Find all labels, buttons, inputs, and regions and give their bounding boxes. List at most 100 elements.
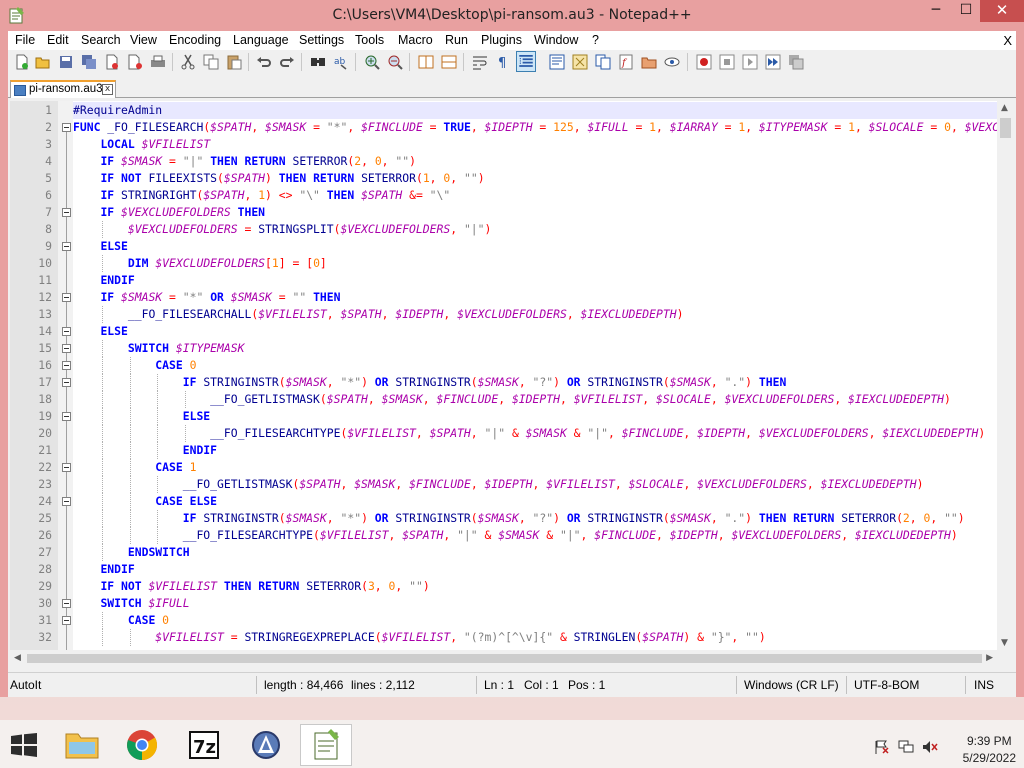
menu-settings[interactable]: Settings	[299, 33, 344, 47]
fold-toggle-icon[interactable]	[62, 293, 71, 302]
menu-tools[interactable]: Tools	[355, 33, 384, 47]
menu-file[interactable]: File	[15, 33, 35, 47]
sync-horizontal-icon[interactable]	[441, 54, 457, 70]
code-area[interactable]: #RequireAdmin FUNC _FO_FILESEARCH($SPATH,…	[73, 101, 1014, 650]
code-line[interactable]: ELSE	[73, 323, 1014, 340]
fold-toggle-icon[interactable]	[62, 412, 71, 421]
replace-icon[interactable]: ab	[333, 54, 349, 70]
word-wrap-icon[interactable]	[472, 54, 488, 70]
code-line[interactable]: #RequireAdmin	[73, 102, 1014, 119]
code-line[interactable]: IF NOT $VFILELIST THEN RETURN SETERROR(3…	[73, 578, 1014, 595]
vertical-scrollbar[interactable]: ▲ ▼	[997, 101, 1014, 650]
zoom-out-icon[interactable]	[387, 54, 403, 70]
code-line[interactable]: IF STRINGRIGHT($SPATH, 1) <> "\" THEN $S…	[73, 187, 1014, 204]
cut-icon[interactable]	[180, 54, 196, 70]
code-line[interactable]: IF $SMASK = "*" OR $SMASK = "" THEN	[73, 289, 1014, 306]
notepad-plus-plus-taskbar-button[interactable]	[300, 724, 352, 766]
fold-toggle-icon[interactable]	[62, 344, 71, 353]
folder-as-workspace-icon[interactable]	[641, 54, 657, 70]
function-list-icon[interactable]: f	[618, 54, 634, 70]
menu-view[interactable]: View	[130, 33, 157, 47]
close-all-icon[interactable]	[127, 54, 143, 70]
fold-toggle-icon[interactable]	[62, 378, 71, 387]
code-line[interactable]: DIM $VEXCLUDEFOLDERS[1] = [0]	[73, 255, 1014, 272]
playback-macro-icon[interactable]	[742, 54, 758, 70]
monitoring-icon[interactable]	[664, 54, 680, 70]
code-line[interactable]: CASE 0	[73, 357, 1014, 374]
stop-recording-icon[interactable]	[719, 54, 735, 70]
undo-icon[interactable]	[256, 54, 272, 70]
code-line[interactable]: SWITCH $IFULL	[73, 595, 1014, 612]
sync-vertical-icon[interactable]	[418, 54, 434, 70]
close-document-button[interactable]: X	[1003, 33, 1012, 48]
find-icon[interactable]	[310, 54, 326, 70]
fold-toggle-icon[interactable]	[62, 463, 71, 472]
fold-toggle-icon[interactable]	[62, 123, 71, 132]
minimize-button[interactable]: ─	[921, 0, 951, 22]
code-line[interactable]: IF $VEXCLUDEFOLDERS THEN	[73, 204, 1014, 221]
menu-encoding[interactable]: Encoding	[169, 33, 221, 47]
copy-icon[interactable]	[203, 54, 219, 70]
save-macro-icon[interactable]	[788, 54, 804, 70]
close-button[interactable]: ✕	[980, 0, 1024, 22]
zoom-in-icon[interactable]	[364, 54, 380, 70]
code-line[interactable]: FUNC _FO_FILESEARCH($SPATH, $SMASK = "*"…	[73, 119, 1014, 136]
code-line[interactable]: ELSE	[73, 238, 1014, 255]
maximize-button[interactable]: ☐	[951, 0, 981, 22]
menu-run[interactable]: Run	[445, 33, 468, 47]
code-line[interactable]: CASE ELSE	[73, 493, 1014, 510]
open-file-icon[interactable]	[35, 54, 51, 70]
code-line[interactable]: ELSE	[73, 408, 1014, 425]
menu-plugins[interactable]: Plugins	[481, 33, 522, 47]
menu-edit[interactable]: Edit	[47, 33, 69, 47]
code-line[interactable]: IF STRINGINSTR($SMASK, "*") OR STRINGINS…	[73, 510, 1014, 527]
windows-start-icon[interactable]	[10, 733, 38, 757]
document-map-icon[interactable]	[572, 54, 588, 70]
scroll-left-icon[interactable]: ◀	[14, 653, 21, 663]
volume-muted-icon[interactable]	[922, 740, 938, 754]
code-line[interactable]: SWITCH $ITYPEMASK	[73, 340, 1014, 357]
document-list-icon[interactable]	[595, 54, 611, 70]
print-icon[interactable]	[150, 54, 166, 70]
user-defined-language-icon[interactable]	[549, 54, 565, 70]
system-clock[interactable]: 9:39 PM 5/29/2022	[963, 733, 1016, 767]
tab-pi-ransom[interactable]: pi-ransom.au3 x	[10, 80, 116, 98]
code-line[interactable]: __FO_FILESEARCHTYPE($VFILELIST, $SPATH, …	[73, 527, 1014, 544]
autoit-taskbar-button[interactable]	[240, 724, 292, 766]
code-line[interactable]: __FO_FILESEARCHALL($VFILELIST, $SPATH, $…	[73, 306, 1014, 323]
code-line[interactable]: ENDIF	[73, 561, 1014, 578]
save-icon[interactable]	[58, 54, 74, 70]
fold-toggle-icon[interactable]	[62, 208, 71, 217]
menu-window[interactable]: Window	[534, 33, 578, 47]
code-line[interactable]: __FO_FILESEARCHTYPE($VFILELIST, $SPATH, …	[73, 425, 1014, 442]
file-explorer-taskbar-button[interactable]	[56, 724, 108, 766]
paste-icon[interactable]	[226, 54, 242, 70]
fold-toggle-icon[interactable]	[62, 361, 71, 370]
menu-macro[interactable]: Macro	[398, 33, 433, 47]
fold-toggle-icon[interactable]	[62, 497, 71, 506]
action-center-flag-icon[interactable]	[874, 740, 890, 754]
code-line[interactable]: CASE 1	[73, 459, 1014, 476]
code-line[interactable]: ENDIF	[73, 272, 1014, 289]
scroll-right-icon[interactable]: ▶	[986, 653, 993, 663]
scroll-down-icon[interactable]: ▼	[1001, 638, 1008, 648]
code-line[interactable]: __FO_GETLISTMASK($SPATH, $SMASK, $FINCLU…	[73, 391, 1014, 408]
scroll-up-icon[interactable]: ▲	[1001, 103, 1008, 113]
fold-toggle-icon[interactable]	[62, 242, 71, 251]
save-all-icon[interactable]	[81, 54, 97, 70]
code-line[interactable]: LOCAL $VFILELIST	[73, 136, 1014, 153]
horizontal-scroll-thumb[interactable]	[27, 654, 982, 663]
vertical-scroll-thumb[interactable]	[1000, 118, 1011, 138]
fold-toggle-icon[interactable]	[62, 616, 71, 625]
chrome-taskbar-button[interactable]	[116, 724, 168, 766]
code-line[interactable]: ENDIF	[73, 442, 1014, 459]
horizontal-scrollbar[interactable]: ◀ ▶	[10, 650, 997, 667]
tab-close-button[interactable]: x	[102, 84, 113, 95]
code-line[interactable]: $VEXCLUDEFOLDERS = STRINGSPLIT($VEXCLUDE…	[73, 221, 1014, 238]
redo-icon[interactable]	[279, 54, 295, 70]
menu-language[interactable]: Language	[233, 33, 289, 47]
7zip-taskbar-button[interactable]: 7z	[178, 724, 230, 766]
run-macro-multiple-icon[interactable]	[765, 54, 781, 70]
title-bar[interactable]: C:\Users\VM4\Desktop\pi-ransom.au3 - Not…	[0, 0, 1024, 31]
code-line[interactable]: __FO_GETLISTMASK($SPATH, $SMASK, $FINCLU…	[73, 476, 1014, 493]
